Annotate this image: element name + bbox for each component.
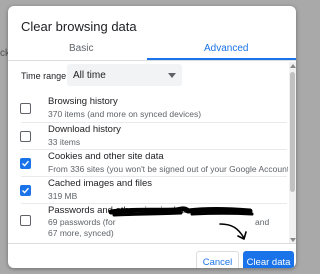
option-title: Cookies and other site data (48, 151, 164, 162)
option-title: Cached images and files (48, 178, 153, 189)
scroll-down-arrow-icon[interactable] (290, 238, 296, 242)
divider (21, 149, 287, 150)
footer-divider (8, 243, 296, 244)
checkbox-cached-images[interactable] (20, 185, 31, 196)
checkbox-download-history[interactable] (20, 131, 31, 142)
scroll-up-arrow-icon[interactable] (290, 64, 296, 68)
option-title: Browsing history (48, 96, 118, 107)
option-subtitle: 69 passwords (for (48, 217, 116, 227)
checkmark-icon (22, 160, 30, 167)
tab-basic[interactable]: Basic (69, 43, 93, 54)
option-subtitle-line2: 67 more, synced) (48, 228, 114, 238)
scrollbar[interactable] (289, 62, 296, 244)
checkbox-passwords[interactable] (20, 215, 31, 226)
checkbox-browsing-history[interactable] (20, 103, 31, 114)
divider (21, 203, 287, 204)
scrollbar-thumb[interactable] (290, 72, 295, 192)
option-title: Download history (48, 124, 121, 135)
checkmark-icon (22, 187, 30, 194)
clear-data-button[interactable]: Clear data (243, 251, 294, 268)
option-subtitle: From 336 sites (you won't be signed out … (48, 164, 288, 174)
dialog-title: Clear browsing data (21, 19, 137, 34)
option-title: Passwords and other sign-in data (48, 205, 189, 216)
option-subtitle-end: and (255, 217, 270, 227)
cancel-button[interactable]: Cancel (196, 251, 239, 268)
time-range-label: Time range (21, 71, 67, 81)
tab-bar: Basic Advanced (8, 34, 296, 61)
tab-advanced[interactable]: Advanced (204, 43, 248, 54)
time-range-select[interactable]: All time (67, 64, 182, 86)
option-passwords[interactable]: Passwords and other sign-in data 69 pass… (8, 205, 288, 241)
divider (21, 176, 287, 177)
option-subtitle: 319 MB (48, 191, 78, 201)
checkbox-cookies[interactable] (20, 158, 31, 169)
option-subtitle: 370 items (and more on synced devices) (48, 109, 202, 119)
active-tab-indicator (147, 58, 296, 60)
advanced-options-list: Time range All time Browsing history 370… (8, 62, 288, 242)
option-subtitle: 33 items (48, 137, 81, 147)
clear-browsing-data-dialog: Clear browsing data Basic Advanced Time … (8, 6, 296, 268)
dropdown-caret-icon (168, 73, 176, 78)
divider (21, 122, 287, 123)
time-range-value: All time (73, 70, 106, 81)
